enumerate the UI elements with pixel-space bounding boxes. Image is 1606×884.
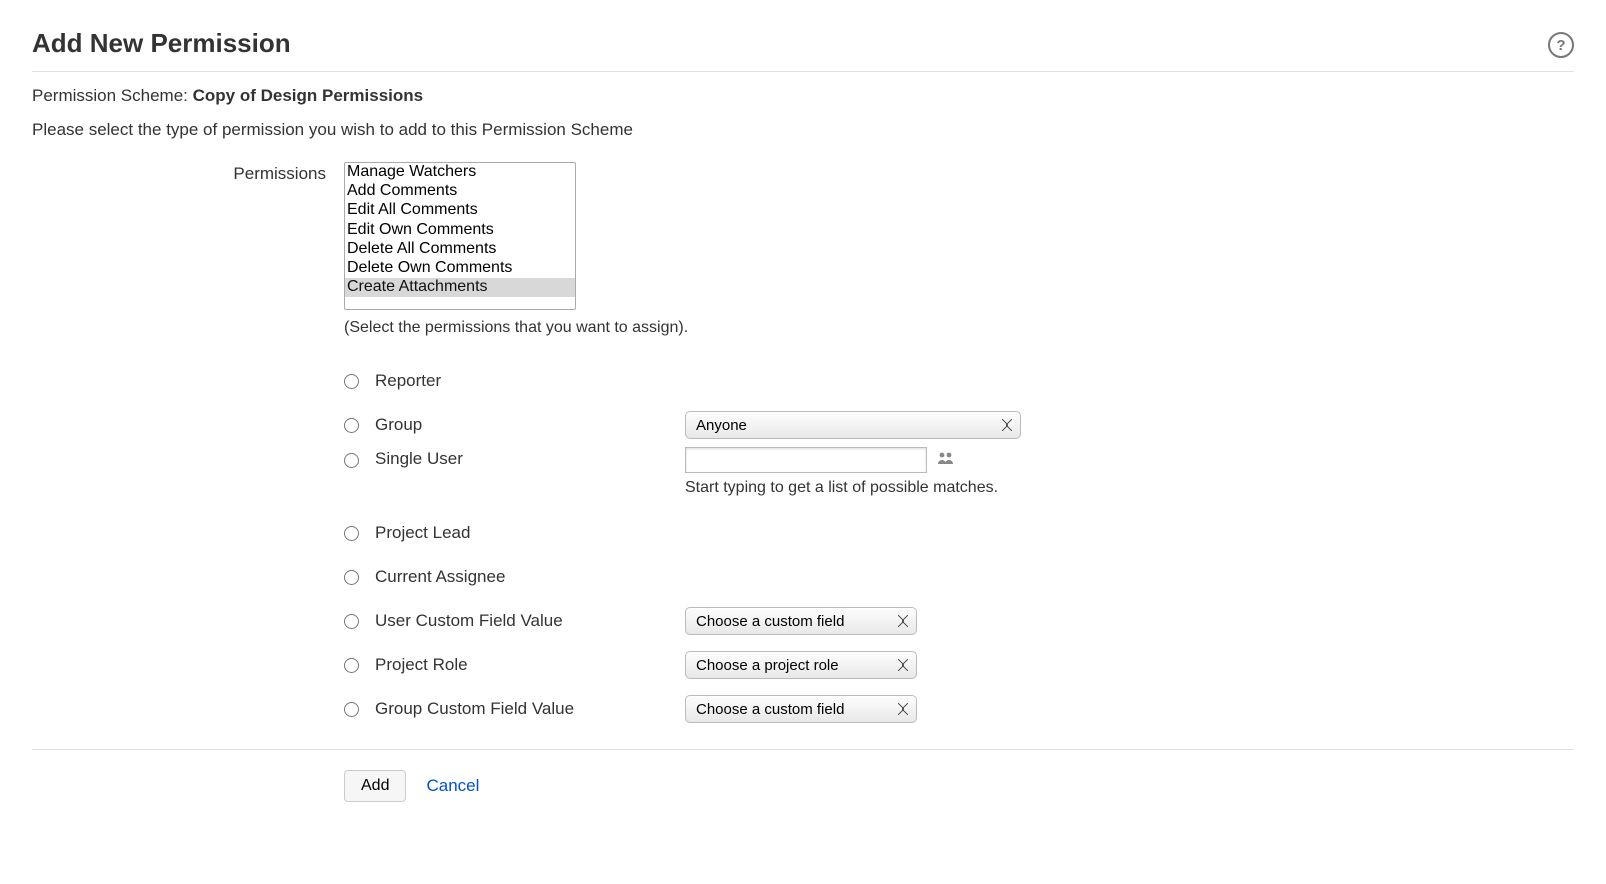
cancel-link[interactable]: Cancel bbox=[426, 776, 479, 796]
radio-project-role-label: Project Role bbox=[375, 655, 685, 675]
radio-group-custom-field-label: Group Custom Field Value bbox=[375, 699, 685, 719]
scheme-prefix: Permission Scheme: bbox=[32, 86, 193, 105]
user-custom-field-select[interactable]: Choose a custom field bbox=[685, 607, 917, 635]
permissions-label: Permissions bbox=[32, 162, 344, 184]
radio-project-lead-label: Project Lead bbox=[375, 523, 685, 543]
single-user-input[interactable] bbox=[685, 447, 927, 473]
permission-option[interactable]: Delete All Comments bbox=[345, 240, 575, 259]
radio-project-lead[interactable] bbox=[344, 526, 359, 541]
radio-current-assignee-label: Current Assignee bbox=[375, 567, 685, 587]
scheme-line: Permission Scheme: Copy of Design Permis… bbox=[32, 86, 1574, 106]
radio-group-label: Group bbox=[375, 415, 685, 435]
radio-group[interactable] bbox=[344, 418, 359, 433]
group-select[interactable]: Anyone bbox=[685, 411, 1021, 439]
single-user-hint: Start typing to get a list of possible m… bbox=[685, 479, 1574, 497]
permission-option[interactable]: Add Comments bbox=[345, 182, 575, 201]
radio-single-user[interactable] bbox=[344, 453, 359, 468]
permissions-hint: (Select the permissions that you want to… bbox=[344, 319, 1574, 337]
radio-project-role[interactable] bbox=[344, 658, 359, 673]
radio-reporter[interactable] bbox=[344, 374, 359, 389]
radio-single-user-label: Single User bbox=[375, 447, 685, 469]
help-icon[interactable]: ? bbox=[1548, 32, 1574, 58]
add-button[interactable]: Add bbox=[344, 770, 406, 802]
permission-option[interactable]: Create Attachments bbox=[345, 278, 575, 297]
scheme-name: Copy of Design Permissions bbox=[193, 86, 424, 105]
group-custom-field-select[interactable]: Choose a custom field bbox=[685, 695, 917, 723]
project-role-select[interactable]: Choose a project role bbox=[685, 651, 917, 679]
permission-option[interactable]: Manage Watchers bbox=[345, 163, 575, 182]
permission-option[interactable]: Edit All Comments bbox=[345, 201, 575, 220]
radio-reporter-label: Reporter bbox=[375, 371, 685, 391]
radio-group-custom-field[interactable] bbox=[344, 702, 359, 717]
user-picker-icon[interactable] bbox=[937, 451, 955, 470]
radio-user-custom-field[interactable] bbox=[344, 614, 359, 629]
permission-option[interactable]: Edit Own Comments bbox=[345, 221, 575, 240]
page-title: Add New Permission bbox=[32, 28, 291, 59]
permission-option[interactable]: Delete Own Comments bbox=[345, 259, 575, 278]
permissions-listbox[interactable]: Manage WatchersAdd CommentsEdit All Comm… bbox=[344, 162, 576, 310]
radio-current-assignee[interactable] bbox=[344, 570, 359, 585]
radio-user-custom-field-label: User Custom Field Value bbox=[375, 611, 685, 631]
instruction-text: Please select the type of permission you… bbox=[32, 120, 1574, 140]
